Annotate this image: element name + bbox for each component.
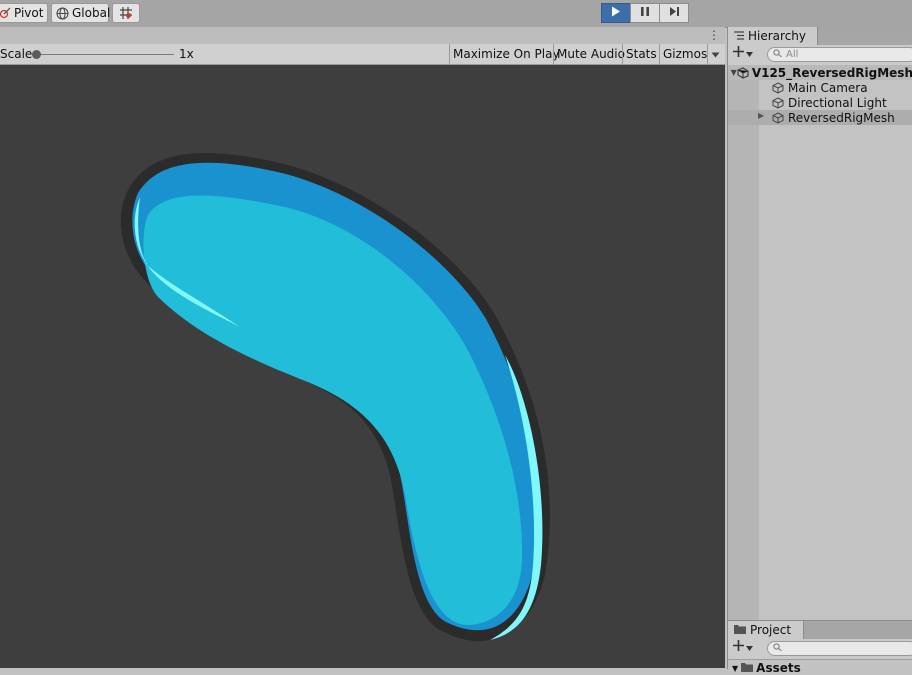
step-button[interactable] bbox=[659, 3, 689, 23]
hierarchy-toolbar: All bbox=[728, 45, 912, 66]
plus-icon bbox=[733, 46, 744, 60]
tab-hierarchy[interactable]: Hierarchy bbox=[728, 27, 818, 45]
scale-slider-handle[interactable] bbox=[32, 50, 41, 59]
list-icon bbox=[734, 29, 744, 43]
pivot-icon bbox=[0, 7, 11, 19]
gizmos-button[interactable]: Gizmos bbox=[659, 44, 710, 64]
assets-label: Assets bbox=[756, 661, 801, 675]
scale-label: Scale bbox=[0, 47, 33, 61]
list-item-label: Directional Light bbox=[788, 95, 887, 110]
hierarchy-search-input[interactable]: All bbox=[767, 47, 912, 62]
pivot-toggle-button[interactable]: Pivot bbox=[0, 3, 48, 23]
mesh-light-fill bbox=[143, 195, 523, 626]
scene-row[interactable]: ▼ V125_ReversedRigMesh bbox=[728, 65, 912, 80]
stats-button[interactable]: Stats bbox=[622, 44, 660, 64]
tab-project[interactable]: Project bbox=[728, 621, 804, 639]
pause-icon bbox=[640, 6, 650, 20]
list-item-label: ReversedRigMesh bbox=[788, 110, 895, 125]
global-toggle-button[interactable]: Global bbox=[51, 3, 111, 23]
expand-arrow-icon[interactable]: ▼ bbox=[732, 664, 738, 673]
game-tab-strip: ⋮ bbox=[0, 27, 725, 44]
hierarchy-panel: Hierarchy All ▼ V125_ReversedRigMesh Mai… bbox=[727, 27, 912, 620]
play-button[interactable] bbox=[601, 3, 631, 23]
list-item-label: Main Camera bbox=[788, 80, 868, 95]
chevron-down-icon bbox=[746, 640, 753, 654]
list-item[interactable]: Directional Light bbox=[728, 95, 912, 110]
play-icon bbox=[611, 6, 621, 20]
pause-button[interactable] bbox=[630, 3, 660, 23]
panel-menu-icon[interactable]: ⋮ bbox=[708, 28, 720, 42]
search-icon bbox=[773, 49, 782, 60]
unity-scene-icon bbox=[737, 66, 749, 79]
gameobject-cube-icon bbox=[771, 96, 785, 109]
scene-name: V125_ReversedRigMesh bbox=[751, 65, 912, 80]
maximize-on-play-button[interactable]: Maximize On Play bbox=[449, 44, 563, 64]
playmode-controls bbox=[601, 3, 689, 23]
gizmos-dropdown[interactable] bbox=[707, 44, 725, 64]
scale-value: 1x bbox=[179, 47, 194, 61]
expand-arrow-icon[interactable]: ▶ bbox=[758, 111, 764, 120]
globe-icon bbox=[56, 7, 69, 20]
reversed-rig-mesh bbox=[120, 153, 550, 642]
game-view-panel: ⋮ Scale 1x Maximize On Play Mute Audio S… bbox=[0, 27, 725, 668]
scale-slider-track[interactable] bbox=[36, 54, 174, 55]
snap-grid-icon bbox=[119, 6, 133, 20]
game-view-toolbar: Scale 1x Maximize On Play Mute Audio Sta… bbox=[0, 44, 725, 65]
game-render-canvas[interactable] bbox=[0, 65, 725, 668]
hierarchy-gutter bbox=[728, 65, 759, 620]
global-label: Global bbox=[72, 6, 111, 20]
search-placeholder: All bbox=[786, 49, 799, 60]
project-panel: Project ▼ Assets bbox=[727, 620, 912, 675]
folder-icon bbox=[741, 661, 754, 675]
chevron-down-icon bbox=[711, 47, 720, 61]
list-item[interactable]: Main Camera bbox=[728, 80, 912, 95]
search-icon bbox=[773, 643, 782, 654]
gameobject-cube-icon bbox=[771, 111, 785, 124]
tab-project-label: Project bbox=[750, 623, 792, 637]
pivot-label: Pivot bbox=[14, 6, 44, 20]
create-button[interactable] bbox=[733, 640, 753, 654]
assets-folder-row[interactable]: ▼ Assets bbox=[728, 661, 801, 675]
create-button[interactable] bbox=[733, 46, 753, 60]
folder-icon bbox=[734, 623, 746, 637]
project-tab-strip: Project bbox=[728, 621, 912, 639]
snap-grid-button[interactable] bbox=[112, 3, 140, 23]
gameobject-cube-icon bbox=[771, 81, 785, 94]
hierarchy-tab-strip: Hierarchy bbox=[728, 27, 912, 45]
tab-hierarchy-label: Hierarchy bbox=[748, 29, 807, 43]
step-icon bbox=[669, 6, 680, 20]
project-toolbar bbox=[728, 639, 912, 660]
list-item[interactable]: ▶ ReversedRigMesh bbox=[728, 110, 912, 125]
project-search-input[interactable] bbox=[767, 641, 912, 656]
chevron-down-icon bbox=[746, 46, 753, 60]
main-toolbar: Pivot Global bbox=[0, 0, 912, 28]
mute-audio-button[interactable]: Mute Audio bbox=[553, 44, 628, 64]
plus-icon bbox=[733, 640, 744, 654]
